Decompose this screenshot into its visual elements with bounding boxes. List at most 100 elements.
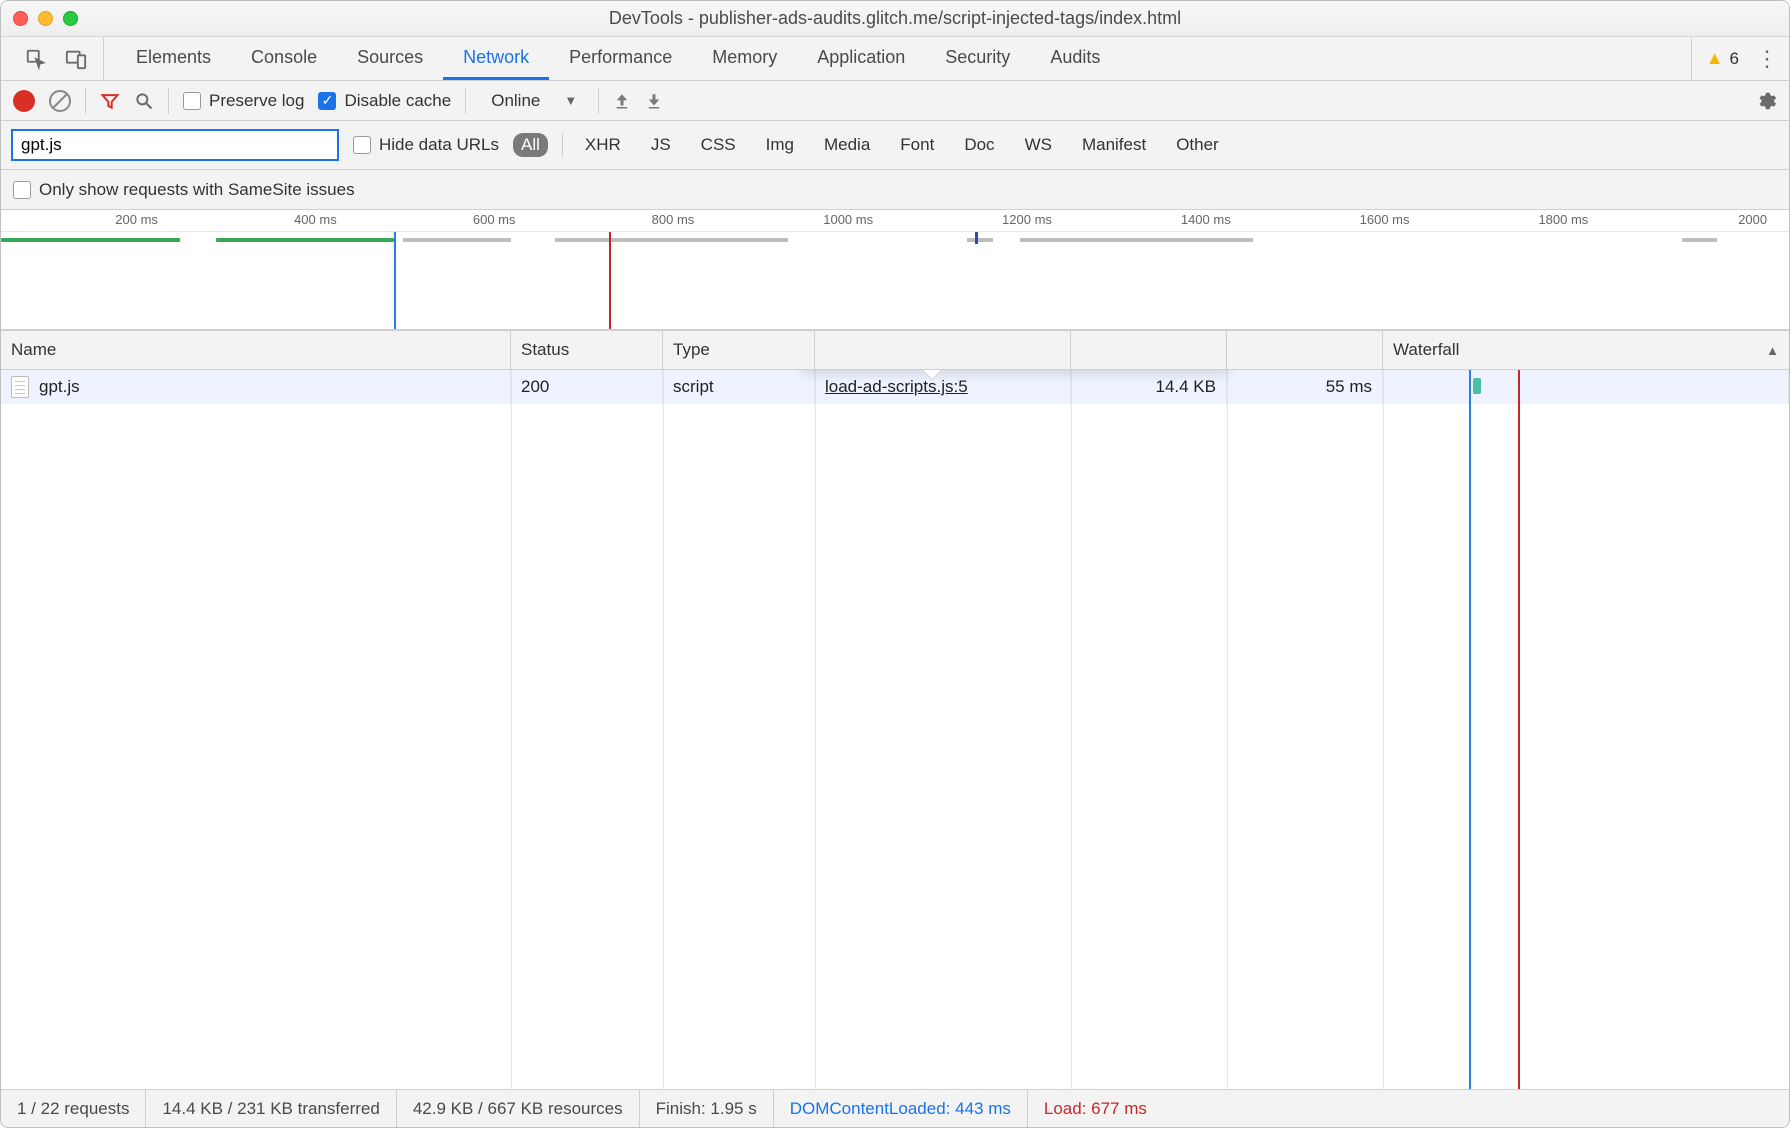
- timeline-tick: 1200 ms: [1002, 212, 1056, 227]
- column-initiator[interactable]: [815, 331, 1071, 369]
- divider: [465, 88, 466, 114]
- timeline-ruler: 200 ms 400 ms 600 ms 800 ms 1000 ms 1200…: [1, 210, 1789, 232]
- tab-elements[interactable]: Elements: [116, 37, 231, 80]
- filter-type-img[interactable]: Img: [758, 133, 802, 157]
- checkbox-icon: [183, 92, 201, 110]
- filter-type-doc[interactable]: Doc: [956, 133, 1002, 157]
- timeline-tick: 600 ms: [473, 212, 520, 227]
- device-toolbar-icon[interactable]: [65, 48, 87, 70]
- status-requests: 1 / 22 requests: [1, 1090, 146, 1127]
- disable-cache-checkbox[interactable]: ✓ Disable cache: [318, 91, 451, 111]
- request-name: gpt.js: [39, 377, 80, 397]
- timeline-tick: 400 ms: [294, 212, 341, 227]
- waterfall-dcl-guide: [1469, 404, 1471, 1089]
- filter-type-xhr[interactable]: XHR: [577, 133, 629, 157]
- tab-application[interactable]: Application: [797, 37, 925, 80]
- tab-memory[interactable]: Memory: [692, 37, 797, 80]
- checkbox-checked-icon: ✓: [318, 92, 336, 110]
- file-icon: [11, 376, 29, 398]
- clear-button[interactable]: [49, 90, 71, 112]
- record-button[interactable]: [13, 90, 35, 112]
- hide-data-urls-label: Hide data URLs: [379, 135, 499, 155]
- divider: [168, 88, 169, 114]
- tab-security[interactable]: Security: [925, 37, 1030, 80]
- warnings-badge[interactable]: ▲ 6: [1691, 37, 1753, 80]
- waterfall-load-guide: [1518, 404, 1520, 1089]
- more-menu-button[interactable]: ⋮: [1753, 46, 1781, 72]
- checkbox-icon: [353, 136, 371, 154]
- search-icon[interactable]: [134, 91, 154, 111]
- warning-icon: ▲: [1706, 48, 1724, 69]
- initiator-link: load-ad-scripts.js:5: [825, 377, 968, 397]
- timeline-tick: 800 ms: [652, 212, 699, 227]
- column-waterfall[interactable]: Waterfall ▲: [1383, 331, 1789, 369]
- main-tabbar: Elements Console Sources Network Perform…: [1, 37, 1789, 81]
- tab-console[interactable]: Console: [231, 37, 337, 80]
- status-finish: Finish: 1.95 s: [640, 1090, 774, 1127]
- timeline-tick: 1400 ms: [1181, 212, 1235, 227]
- export-har-button[interactable]: [645, 92, 663, 110]
- timeline-tick: 1600 ms: [1360, 212, 1414, 227]
- column-time[interactable]: [1227, 331, 1383, 369]
- column-waterfall-label: Waterfall: [1393, 340, 1459, 360]
- column-size[interactable]: [1071, 331, 1227, 369]
- filter-icon[interactable]: [100, 91, 120, 111]
- column-status[interactable]: Status: [511, 331, 663, 369]
- hide-data-urls-checkbox[interactable]: Hide data URLs: [353, 135, 499, 155]
- timeline-body: [1, 232, 1789, 330]
- cell-type: script: [663, 370, 815, 404]
- divider: [85, 88, 86, 114]
- status-bar: 1 / 22 requests 14.4 KB / 231 KB transfe…: [1, 1089, 1789, 1127]
- filter-type-ws[interactable]: WS: [1017, 133, 1060, 157]
- throttling-value: Online: [491, 91, 540, 111]
- table-row[interactable]: gpt.js 200 script load-ad-scripts.js:5 1…: [1, 370, 1789, 404]
- tab-sources[interactable]: Sources: [337, 37, 443, 80]
- tab-performance[interactable]: Performance: [549, 37, 692, 80]
- cell-initiator[interactable]: load-ad-scripts.js:5: [815, 370, 1071, 404]
- status-load: Load: 677 ms: [1028, 1090, 1163, 1127]
- preserve-log-label: Preserve log: [209, 91, 304, 111]
- import-har-button[interactable]: [613, 92, 631, 110]
- throttling-select[interactable]: Online ▼: [480, 90, 584, 112]
- network-table-body: gpt.js 200 script load-ad-scripts.js:5 1…: [1, 370, 1789, 1089]
- filter-type-font[interactable]: Font: [892, 133, 942, 157]
- samesite-bar: Only show requests with SameSite issues: [1, 170, 1789, 210]
- timeline-overview[interactable]: 200 ms 400 ms 600 ms 800 ms 1000 ms 1200…: [1, 210, 1789, 330]
- filter-type-all[interactable]: All: [513, 133, 548, 157]
- timeline-tick: 2000: [1738, 212, 1771, 227]
- filter-type-media[interactable]: Media: [816, 133, 878, 157]
- cell-name: gpt.js: [1, 370, 511, 404]
- waterfall-bar: [1473, 378, 1481, 394]
- timeline-tick: 1800 ms: [1538, 212, 1592, 227]
- column-type[interactable]: Type: [663, 331, 815, 369]
- network-toolbar: Preserve log ✓ Disable cache Online ▼: [1, 81, 1789, 121]
- settings-gear-icon[interactable]: [1755, 90, 1777, 112]
- status-resources: 42.9 KB / 667 KB resources: [397, 1090, 640, 1127]
- waterfall-dcl-line: [1469, 370, 1471, 404]
- titlebar: DevTools - publisher-ads-audits.glitch.m…: [1, 1, 1789, 37]
- tab-network[interactable]: Network: [443, 37, 549, 80]
- chevron-down-icon: ▼: [564, 93, 577, 108]
- preserve-log-checkbox[interactable]: Preserve log: [183, 91, 304, 111]
- tab-audits[interactable]: Audits: [1030, 37, 1120, 80]
- sort-ascending-icon: ▲: [1766, 343, 1779, 358]
- status-transferred: 14.4 KB / 231 KB transferred: [146, 1090, 396, 1127]
- waterfall-load-line: [1518, 370, 1520, 404]
- filter-type-other[interactable]: Other: [1168, 133, 1227, 157]
- filter-bar: Hide data URLs All XHR JS CSS Img Media …: [1, 121, 1789, 170]
- cell-status: 200: [511, 370, 663, 404]
- filter-type-manifest[interactable]: Manifest: [1074, 133, 1154, 157]
- filter-type-js[interactable]: JS: [643, 133, 679, 157]
- column-name[interactable]: Name: [1, 331, 511, 369]
- filter-type-css[interactable]: CSS: [693, 133, 744, 157]
- window-title: DevTools - publisher-ads-audits.glitch.m…: [1, 8, 1789, 29]
- panel-tabs: Elements Console Sources Network Perform…: [116, 37, 1120, 80]
- samesite-label: Only show requests with SameSite issues: [39, 180, 355, 200]
- cell-time: 55 ms: [1227, 370, 1383, 404]
- warning-count: 6: [1730, 49, 1739, 69]
- inspect-element-icon[interactable]: [25, 48, 47, 70]
- samesite-checkbox[interactable]: Only show requests with SameSite issues: [13, 180, 355, 200]
- filter-input[interactable]: [11, 129, 339, 161]
- divider: [598, 88, 599, 114]
- disable-cache-label: Disable cache: [344, 91, 451, 111]
